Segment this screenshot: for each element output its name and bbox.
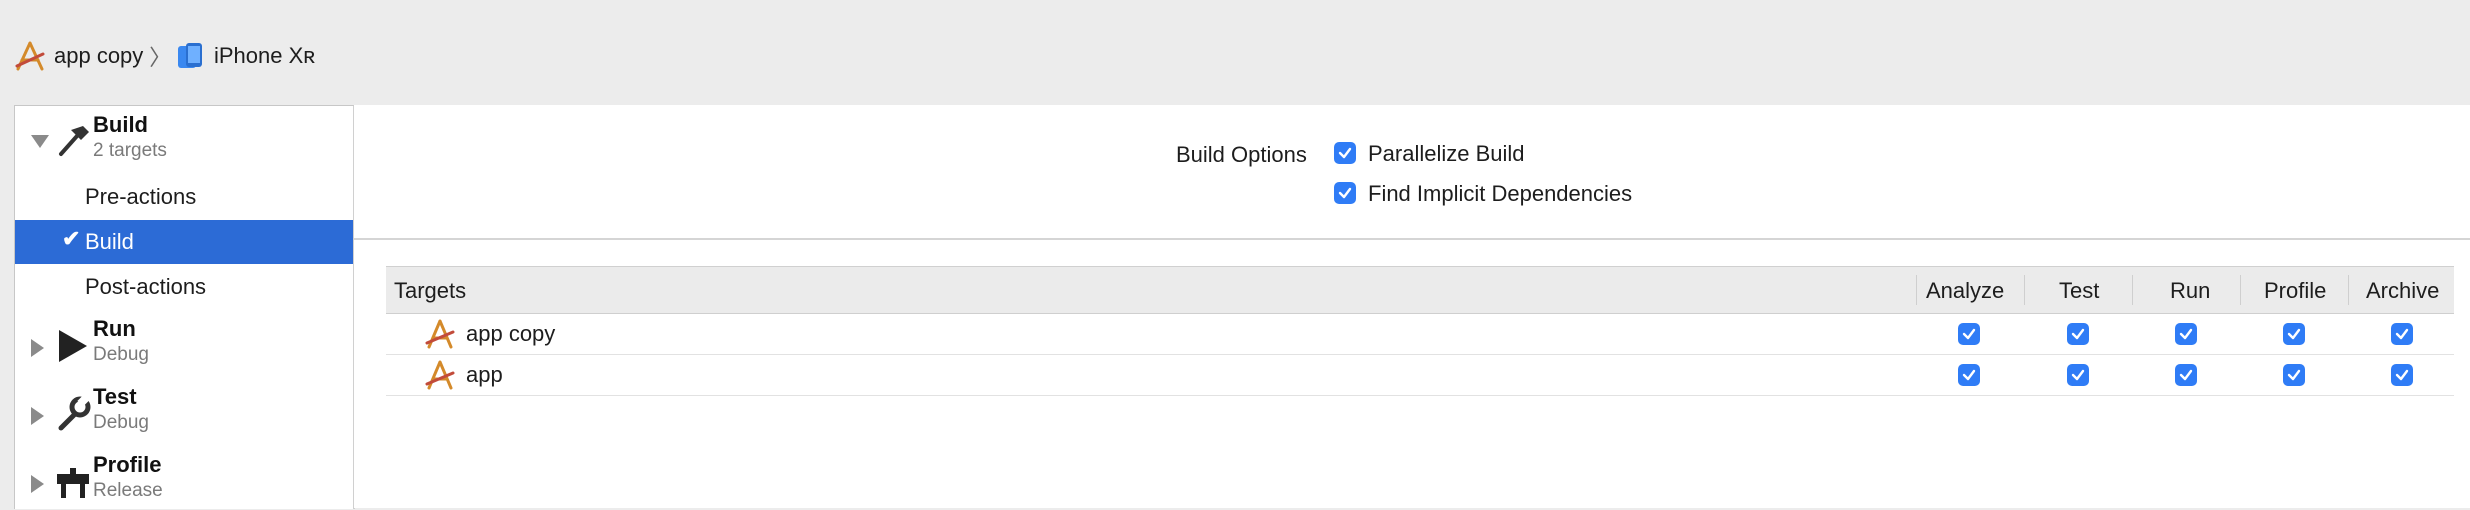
analyze-checkbox[interactable] [1958,364,1980,386]
disclosure-collapsed-icon[interactable] [31,475,44,493]
column-header-targets[interactable]: Targets [394,278,466,304]
phase-build-subtitle: 2 targets [93,140,167,161]
section-divider [354,238,2470,240]
column-divider [2024,275,2025,305]
checkmark-icon [2179,328,2193,340]
phase-run-title: Run [93,316,136,341]
column-divider [2240,275,2241,305]
checkmark-icon [2287,369,2301,381]
checkmark-icon [2395,369,2409,381]
build-options-label: Build Options [1176,142,1307,167]
build-post-actions[interactable]: Post-actions [15,266,353,308]
phase-test-subtitle: Debug [93,412,149,433]
scheme-phase-sidebar: Build 2 targets Pre-actions ✔ Build Post… [14,105,355,509]
breadcrumb-device-label: iPhone Xʀ [214,43,316,68]
build-pre-actions-label: Pre-actions [85,184,197,209]
phase-test[interactable]: Test Debug [15,382,353,450]
checkmark-icon [2071,369,2085,381]
breadcrumb-project[interactable]: app copy 〉 [14,36,171,76]
phase-profile-subtitle: Release [93,480,163,501]
checkmark-icon: ✔ [62,226,81,251]
profile-checkbox[interactable] [2283,323,2305,345]
gauge-icon [57,468,89,498]
iphone-icon [178,43,202,68]
test-checkbox[interactable] [2067,364,2089,386]
implicit-dependencies-label: Find Implicit Dependencies [1368,181,1633,206]
phase-profile-title: Profile [93,452,162,477]
scheme-toolbar: app copy 〉 iPhone Xʀ [0,0,2470,104]
checkmark-icon [2395,328,2409,340]
phase-run-subtitle: Debug [93,344,149,365]
phase-test-title: Test [93,384,137,409]
build-pre-actions[interactable]: Pre-actions [15,176,353,218]
column-header-run[interactable]: Run [2170,278,2210,304]
breadcrumb-device[interactable]: iPhone Xʀ [174,36,315,76]
parallelize-build-checkbox[interactable] [1334,142,1356,164]
parallelize-build-label: Parallelize Build [1368,141,1525,166]
target-name: app copy [466,321,556,346]
column-header-archive[interactable]: Archive [2366,278,2439,304]
test-checkbox[interactable] [2067,323,2089,345]
run-checkbox[interactable] [2175,364,2197,386]
column-header-profile[interactable]: Profile [2264,278,2326,304]
breadcrumb-project-label: app copy [54,43,144,68]
target-name: app [466,362,503,387]
column-divider [2132,275,2133,305]
checkmark-icon [2179,369,2193,381]
checkmark-icon [2287,328,2301,340]
xcode-app-icon [425,319,455,349]
phase-profile[interactable]: Profile Release [15,450,353,510]
disclosure-collapsed-icon[interactable] [31,407,44,425]
build-action-label: Build [85,229,134,254]
checkmark-icon [1962,328,1976,340]
play-icon [59,330,87,362]
phase-run[interactable]: Run Debug [15,314,353,382]
disclosure-expanded-icon[interactable] [31,135,49,148]
disclosure-collapsed-icon[interactable] [31,339,44,357]
table-row[interactable]: app copy [386,314,2454,354]
archive-checkbox[interactable] [2391,323,2413,345]
build-action-selected[interactable]: ✔ Build [15,220,353,264]
column-header-test[interactable]: Test [2059,278,2099,304]
table-row[interactable]: app [386,355,2454,395]
phase-build[interactable]: Build 2 targets [15,106,353,176]
xcode-app-icon [425,360,455,390]
run-checkbox[interactable] [2175,323,2197,345]
hammer-icon [59,126,89,156]
implicit-dependencies-checkbox[interactable] [1334,182,1356,204]
xcode-app-icon [15,41,45,71]
archive-checkbox[interactable] [2391,364,2413,386]
breadcrumb-separator: 〉 [149,45,172,70]
checkmark-icon [1338,147,1352,159]
phase-build-title: Build [93,112,148,137]
profile-checkbox[interactable] [2283,364,2305,386]
analyze-checkbox[interactable] [1958,323,1980,345]
checkmark-icon [1338,187,1352,199]
checkmark-icon [2071,328,2085,340]
build-post-actions-label: Post-actions [85,274,207,299]
column-header-analyze[interactable]: Analyze [1926,278,2004,304]
targets-table-header: Targets Analyze Test Run Profile Archive [386,266,2454,314]
column-divider [2348,275,2349,305]
wrench-icon [58,394,91,431]
column-divider [1916,275,1917,305]
checkmark-icon [1962,369,1976,381]
row-divider [386,395,2454,396]
